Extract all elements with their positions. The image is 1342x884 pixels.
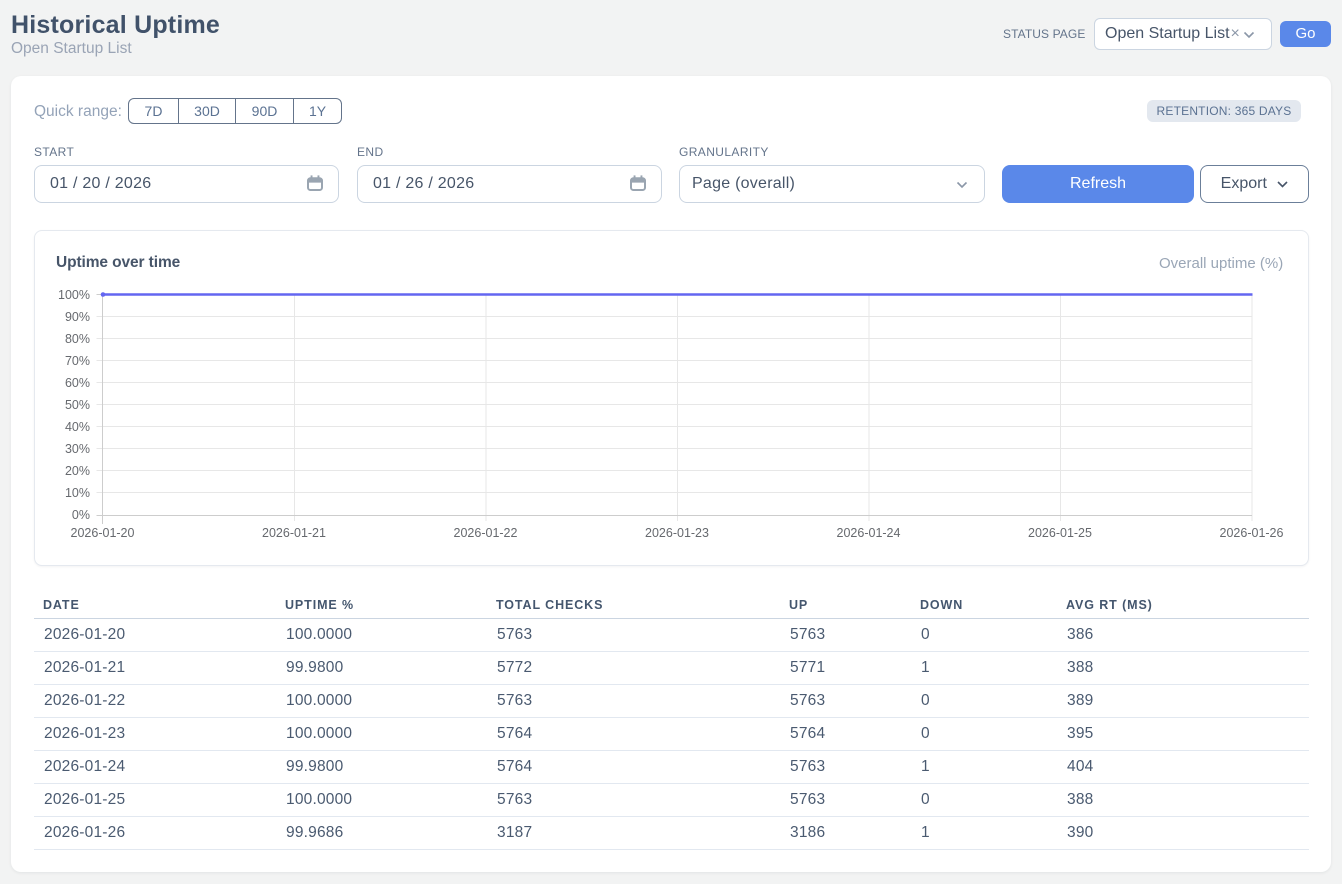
svg-text:0%: 0% [72,508,90,522]
svg-text:20%: 20% [65,464,90,478]
svg-text:2026-01-20: 2026-01-20 [71,526,135,540]
svg-text:40%: 40% [65,420,90,434]
svg-text:2026-01-22: 2026-01-22 [454,526,518,540]
svg-text:2026-01-24: 2026-01-24 [837,526,901,540]
svg-text:80%: 80% [65,332,90,346]
svg-text:30%: 30% [65,442,90,456]
svg-text:2026-01-26: 2026-01-26 [1220,526,1284,540]
svg-text:2026-01-25: 2026-01-25 [1028,526,1092,540]
svg-text:60%: 60% [65,376,90,390]
svg-text:90%: 90% [65,310,90,324]
svg-text:2026-01-21: 2026-01-21 [262,526,326,540]
svg-text:70%: 70% [65,354,90,368]
svg-text:50%: 50% [65,398,90,412]
svg-text:100%: 100% [58,288,90,302]
svg-text:10%: 10% [65,486,90,500]
svg-text:2026-01-23: 2026-01-23 [645,526,709,540]
